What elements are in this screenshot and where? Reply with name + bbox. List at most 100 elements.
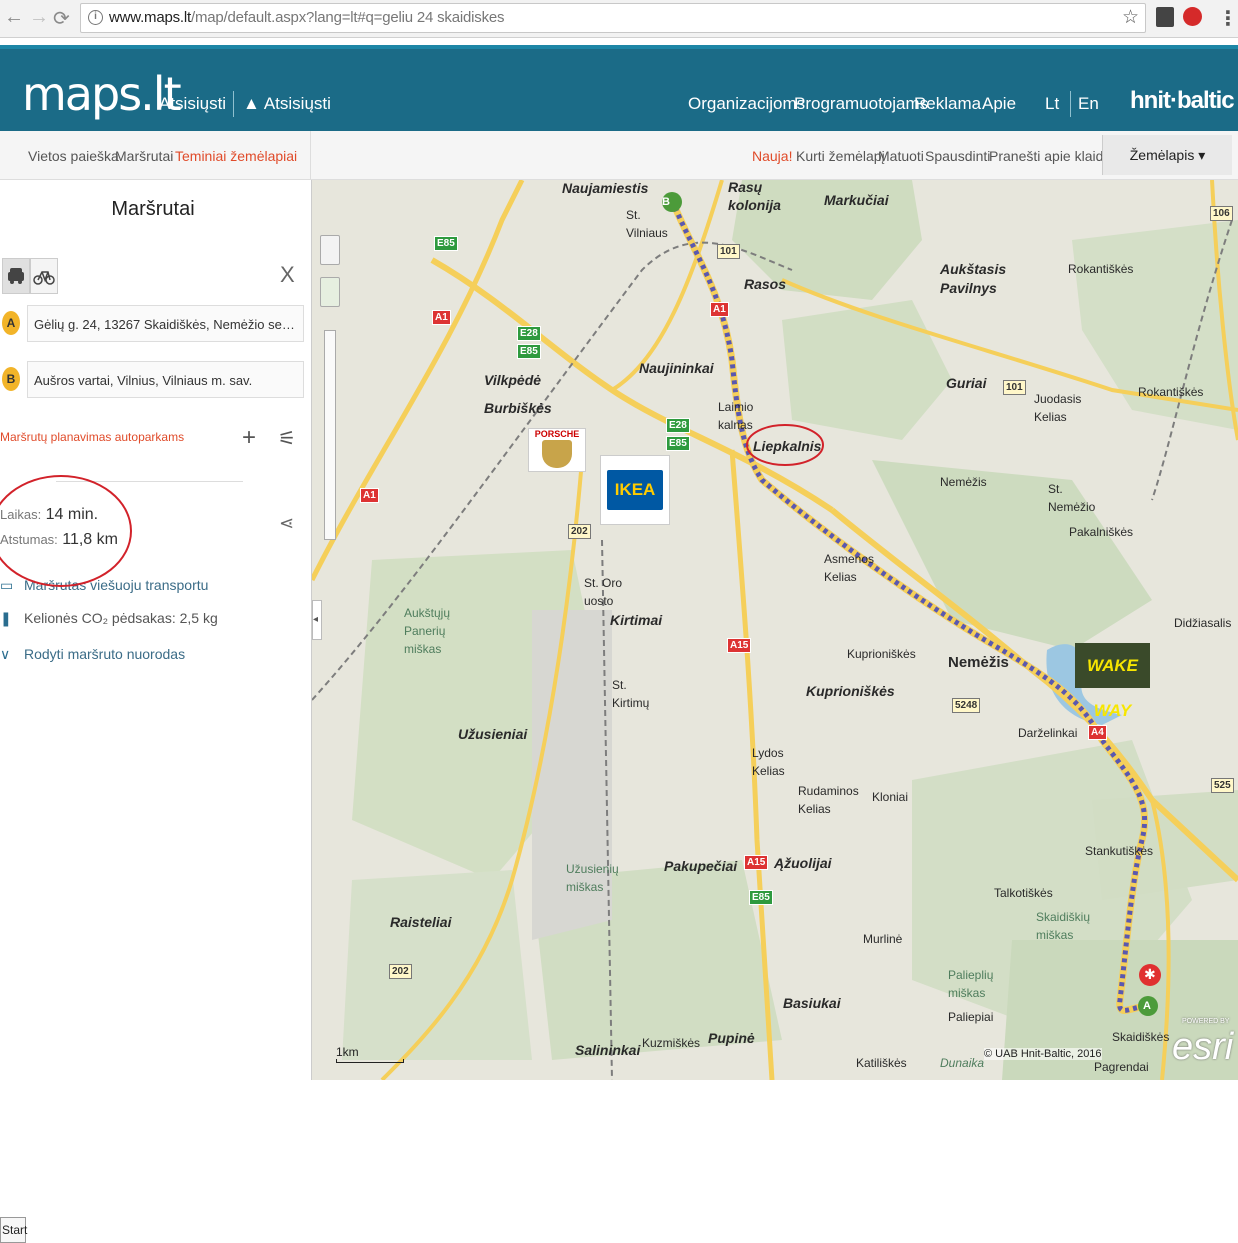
map-label: Kuzmiškės bbox=[642, 1036, 701, 1050]
road-shield: A1 bbox=[360, 488, 379, 503]
map-label: Kuprioniškės bbox=[847, 647, 916, 661]
address-bar[interactable]: i www.maps.lt/map/default.aspx?lang=lt#q… bbox=[80, 3, 1146, 33]
map-label: Katiliškės bbox=[856, 1056, 907, 1070]
esri-logo: esri bbox=[1172, 1026, 1234, 1068]
road-shield: 525 bbox=[1211, 778, 1234, 793]
porsche-logo: PORSCHE bbox=[528, 428, 586, 472]
fleet-planning-link[interactable]: Maršrutų planavimas autoparkams bbox=[0, 430, 184, 444]
road-shield: E28 bbox=[517, 326, 541, 341]
map-label: Rasų kolonija bbox=[728, 180, 781, 213]
reload-icon[interactable]: ⟳ bbox=[53, 6, 70, 31]
map-canvas[interactable]: B A ✱ PORSCHE IKEA WAKE WAY Naujamiestis… bbox=[312, 180, 1238, 1080]
tab-routes[interactable]: Maršrutai bbox=[115, 148, 173, 164]
hnit-baltic-logo[interactable]: hnit·baltic bbox=[1130, 87, 1235, 115]
road-shield: 106 bbox=[1210, 206, 1233, 221]
map-label: Stankutiškės bbox=[1085, 844, 1154, 858]
info-icon[interactable]: i bbox=[88, 10, 103, 25]
tab-thematic-maps[interactable]: Teminiai žemėlapiai bbox=[175, 148, 297, 164]
scale-bar: 1km bbox=[336, 1045, 404, 1063]
url-host: www.maps.lt bbox=[109, 9, 191, 26]
map-label: Dunaika bbox=[940, 1056, 985, 1070]
lang-lt[interactable]: Lt bbox=[1045, 94, 1059, 114]
sub-toolbar: Vietos paieška Maršrutai Teminiai žemėla… bbox=[0, 131, 1238, 180]
road-shield: A4 bbox=[1088, 725, 1107, 740]
map-label: Markučiai bbox=[824, 192, 889, 208]
chevron-down-icon: ∨ bbox=[0, 646, 11, 662]
road-shield: 101 bbox=[717, 244, 740, 259]
layers-icon[interactable] bbox=[320, 277, 340, 307]
forward-icon[interactable]: → bbox=[29, 6, 49, 29]
browser-menu-icon[interactable]: ⋮ bbox=[1218, 6, 1238, 31]
download-android-link[interactable]: ▲ Atsisiųsti bbox=[243, 94, 331, 114]
zoom-slider[interactable] bbox=[324, 330, 336, 540]
destination-marker-icon: ✱ bbox=[1144, 966, 1156, 982]
map-label: Naujamiestis bbox=[562, 180, 649, 196]
map-label: Kuprioniškės bbox=[806, 683, 895, 699]
nav-organizations[interactable]: Organizacijoms bbox=[688, 94, 805, 114]
pinterest-icon[interactable] bbox=[1183, 7, 1202, 26]
map-label: Laimio kalnas bbox=[718, 400, 754, 432]
co2-footprint: ❚ Kelionės CO₂ pėdsakas: 2,5 kg bbox=[0, 610, 218, 626]
car-mode-button[interactable] bbox=[2, 258, 30, 294]
map-label: St. Kirtimų bbox=[612, 678, 650, 710]
map-label: Darželinkai bbox=[1018, 726, 1078, 740]
destination-input[interactable]: Aušros vartai, Vilnius, Vilniaus m. sav. bbox=[27, 361, 304, 398]
map-label: Burbiškės bbox=[484, 400, 552, 416]
map-label: St. Nemėžio bbox=[1048, 482, 1096, 514]
map-label: Pagrendai bbox=[1094, 1060, 1149, 1074]
bookmark-star-icon[interactable]: ☆ bbox=[1122, 4, 1139, 32]
map-label: Lydos Kelias bbox=[752, 746, 785, 778]
map-label: Guriai bbox=[946, 375, 987, 391]
bike-icon bbox=[33, 271, 55, 285]
measure-link[interactable]: Matuoti bbox=[878, 148, 924, 164]
map-label: Rokantiškės bbox=[1068, 262, 1134, 276]
road-shield: E28 bbox=[666, 418, 690, 433]
map-label: Pupinė bbox=[708, 1030, 755, 1046]
route-settings-icon[interactable]: ⚟ bbox=[278, 426, 296, 451]
back-icon[interactable]: ← bbox=[4, 6, 24, 29]
tab-place-search[interactable]: Vietos paieška bbox=[28, 148, 119, 164]
road-shield: A15 bbox=[727, 638, 752, 653]
sidebar-title: Maršrutai bbox=[111, 198, 195, 220]
wakeway-logo: WAKE WAY bbox=[1075, 643, 1150, 720]
add-waypoint-icon[interactable]: + bbox=[242, 424, 256, 452]
start-button[interactable]: Start bbox=[0, 1217, 27, 1243]
map-label: Nemėžis bbox=[940, 475, 987, 489]
powered-by-text: POWERED BY bbox=[1182, 1018, 1230, 1025]
map-label: St. Oro uosto bbox=[584, 576, 623, 608]
map-label: Rokantiškės bbox=[1138, 385, 1204, 399]
map-label: Ąžuolijai bbox=[774, 855, 832, 871]
create-map-link[interactable]: Kurti žemėlapį bbox=[796, 148, 885, 164]
road-shield: E85 bbox=[434, 236, 458, 251]
road-shield: E85 bbox=[666, 436, 690, 451]
extension-icon[interactable] bbox=[1156, 7, 1174, 27]
road-shield: E85 bbox=[749, 890, 773, 905]
map-label: Talkotiškės bbox=[994, 886, 1053, 900]
map-label: Kloniai bbox=[872, 790, 909, 804]
download-ios-link[interactable]: Atsisiųsti bbox=[155, 94, 226, 114]
map-label: St. Vilniaus bbox=[626, 208, 668, 240]
nav-ads[interactable]: Reklama bbox=[914, 94, 981, 114]
road-shield: 202 bbox=[389, 964, 412, 979]
nav-developers[interactable]: Programuotojams bbox=[794, 94, 928, 114]
nav-about[interactable]: Apie bbox=[982, 94, 1016, 114]
origin-input[interactable]: Gėlių g. 24, 13267 Skaidiškės, Nemėžio s… bbox=[27, 305, 304, 342]
divider bbox=[310, 131, 311, 180]
report-error-link[interactable]: Pranešti apie klaidą bbox=[989, 148, 1111, 164]
share-icon[interactable]: ⋖ bbox=[279, 513, 294, 534]
lang-en[interactable]: En bbox=[1078, 94, 1099, 114]
close-icon[interactable]: X bbox=[280, 262, 295, 288]
road-shield: A15 bbox=[744, 855, 769, 870]
road-shield: 5248 bbox=[952, 698, 981, 713]
map-label: Palieplių miškas bbox=[948, 968, 994, 1000]
marker-a-label: A bbox=[1143, 1000, 1151, 1012]
road-shield: E85 bbox=[517, 344, 541, 359]
pan-icon[interactable] bbox=[320, 235, 340, 265]
show-directions-link[interactable]: ∨ Rodyti maršruto nuorodas bbox=[0, 646, 185, 663]
collapse-sidebar-icon[interactable]: ◂ bbox=[312, 600, 322, 640]
bike-mode-button[interactable] bbox=[30, 258, 58, 294]
map-type-dropdown[interactable]: Žemėlapis ▾ bbox=[1102, 135, 1232, 175]
map-label: Paliepiai bbox=[948, 1010, 994, 1024]
print-link[interactable]: Spausdinti bbox=[925, 148, 990, 164]
car-icon bbox=[8, 268, 24, 284]
